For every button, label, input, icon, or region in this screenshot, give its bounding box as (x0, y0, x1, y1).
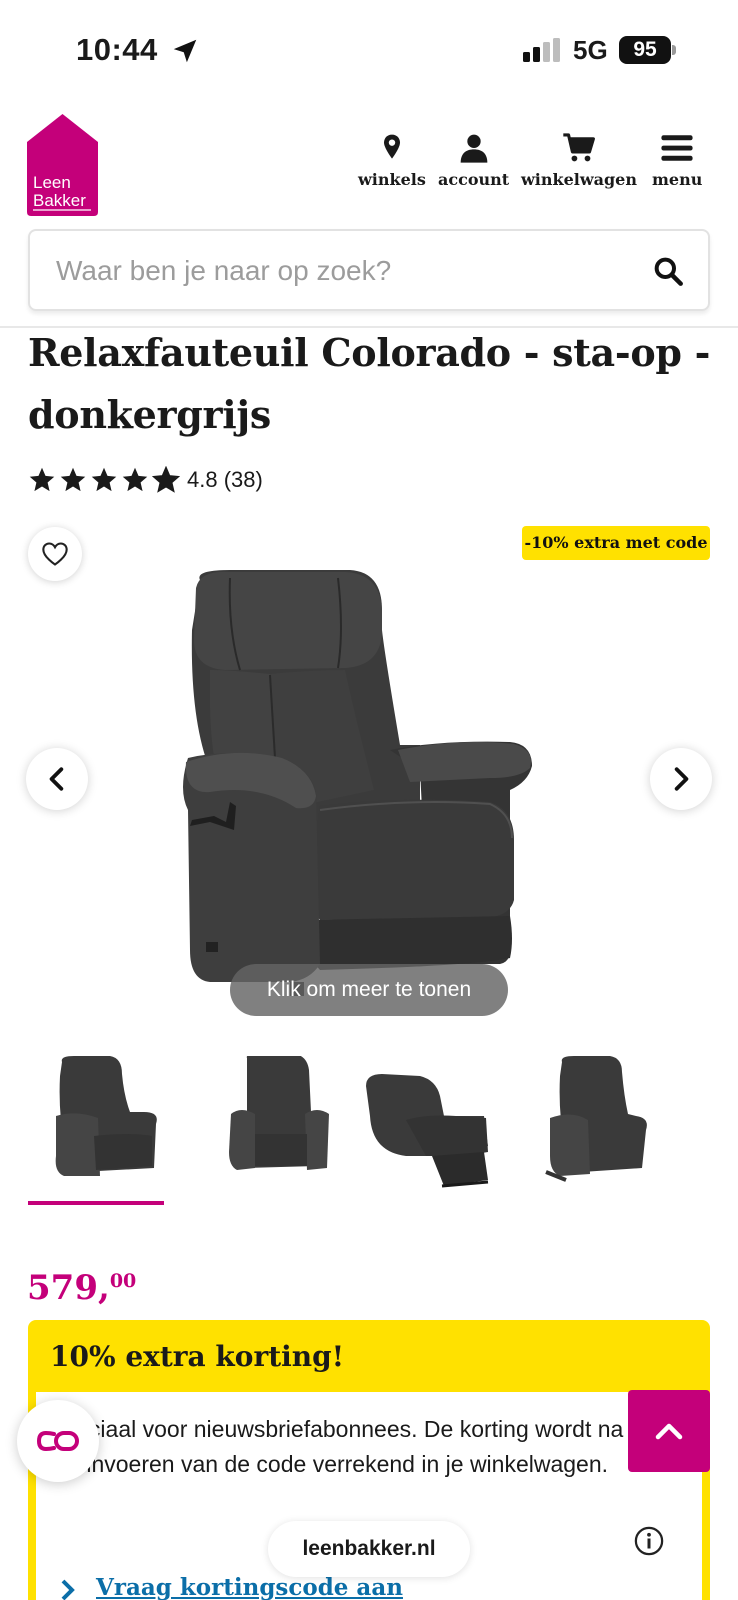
discount-heading: 10% extra korting! (50, 1340, 345, 1373)
thumbnail-4[interactable] (532, 1056, 668, 1196)
show-more-images-button[interactable]: Klik om meer te tonen (230, 964, 508, 1016)
map-pin-icon (383, 134, 400, 159)
status-time: 10:44 (76, 32, 158, 67)
info-icon[interactable] (634, 1526, 664, 1556)
thumbnail-2[interactable] (211, 1056, 347, 1196)
thumbnail-strip (28, 1056, 710, 1206)
browser-url-bar[interactable]: leenbakker.nl (268, 1521, 470, 1577)
location-arrow-icon (173, 39, 197, 63)
battery-icon: 95 (619, 36, 671, 64)
leen-bakker-logo[interactable]: Leen Bakker (27, 114, 98, 216)
thumbnail-3[interactable] (366, 1056, 502, 1196)
previous-image-button[interactable] (26, 748, 88, 810)
star-icon (122, 467, 148, 492)
promo-badge: -10% extra met code (522, 526, 710, 560)
thumbnail-1[interactable] (40, 1056, 176, 1196)
product-image[interactable] (170, 570, 570, 1020)
chevron-right-icon (674, 767, 689, 791)
product-price: 579,00 (27, 1268, 136, 1308)
chevron-up-icon (655, 1423, 683, 1440)
svg-text:Leen: Leen (33, 173, 71, 192)
hamburger-icon (661, 135, 693, 161)
chevron-right-icon (61, 1579, 75, 1600)
battery-tip (672, 45, 676, 55)
nav-menu[interactable]: menu (652, 132, 702, 189)
favorite-button[interactable] (28, 527, 82, 581)
site-header: Leen Bakker winkels account winkelwagen (0, 112, 738, 220)
nav-label-menu: menu (652, 170, 703, 189)
search-bar (28, 229, 710, 311)
network-type: 5G (573, 35, 608, 65)
nav-winkelwagen[interactable]: winkelwagen (521, 132, 637, 189)
price-cents: 00 (109, 1270, 137, 1292)
nav-label-account: account (438, 170, 510, 189)
cart-icon (563, 133, 595, 162)
request-discount-code-link[interactable]: Vraag kortingscode aan (96, 1574, 403, 1600)
chat-assistant-button[interactable] (17, 1400, 99, 1482)
star-icon (29, 467, 55, 492)
svg-text:Bakker: Bakker (33, 191, 86, 210)
star-half-icon (152, 466, 180, 493)
rating-text: 4.8 (38) (187, 467, 263, 492)
signal-icon (523, 38, 560, 62)
product-rating[interactable]: 4.8 (38) (28, 464, 263, 496)
chat-assistant-icon (36, 1430, 79, 1452)
nav-account[interactable]: account (438, 132, 509, 189)
search-icon[interactable] (652, 255, 684, 287)
nav-label-winkelwagen: winkelwagen (521, 170, 637, 189)
heart-icon (42, 542, 68, 566)
user-icon (460, 134, 487, 163)
discount-text: Speciaal voor nieuwsbriefabonnees. De ko… (48, 1416, 624, 1477)
nav-label-winkels: winkels (358, 170, 426, 189)
chevron-left-icon (49, 767, 64, 791)
thumbnail-selected-indicator (28, 1201, 164, 1205)
scroll-to-top-button[interactable] (628, 1390, 710, 1472)
star-icon (91, 467, 117, 492)
star-icon (60, 467, 86, 492)
search-input[interactable] (56, 249, 616, 293)
nav-winkels[interactable]: winkels (358, 132, 426, 189)
price-euros: 579, (27, 1268, 110, 1308)
status-bar: 10:44 5G 95 (0, 0, 738, 100)
next-image-button[interactable] (650, 748, 712, 810)
product-title: Relaxfauteuil Colorado - sta-op - donker… (28, 330, 711, 437)
